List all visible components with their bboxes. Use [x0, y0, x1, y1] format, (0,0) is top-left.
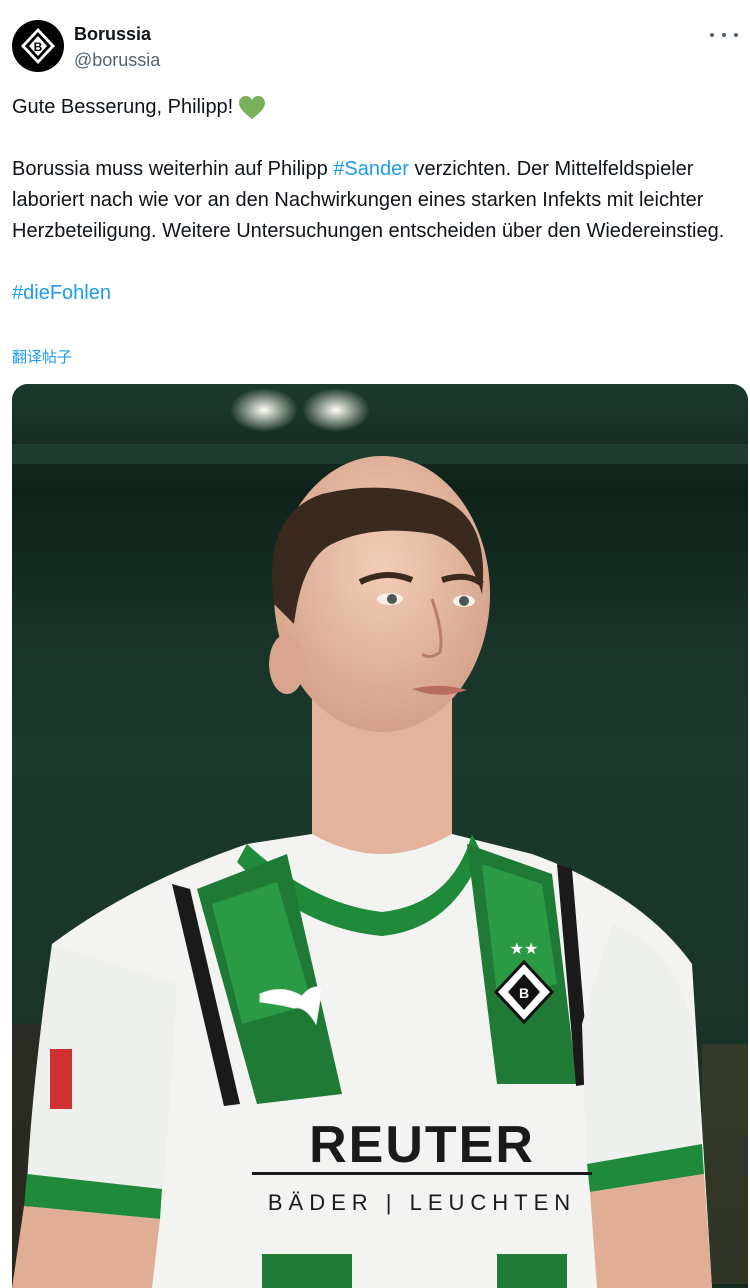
svg-text:B: B — [34, 40, 43, 54]
svg-text:B: B — [519, 985, 529, 1001]
tweet-header: B Borussia @borussia — [12, 20, 738, 76]
borussia-crest-icon: B — [21, 28, 55, 64]
tweet-body: Borussia muss weiterhin auf Philipp #San… — [12, 154, 738, 247]
handle[interactable]: @borussia — [74, 50, 160, 71]
hashtag-line: #dieFohlen — [12, 278, 738, 309]
svg-text:★★: ★★ — [510, 939, 539, 958]
player-photo-illustration: B ★★ REUTER BÄDER | LEUCHTEN — [12, 384, 748, 1288]
more-options-icon[interactable] — [710, 24, 738, 46]
avatar[interactable]: B — [12, 20, 64, 72]
sponsor-subtext: BÄDER | LEUCHTEN — [268, 1190, 576, 1215]
tweet-line-1: Gute Besserung, Philipp! — [12, 92, 738, 123]
sponsor-text: REUTER — [309, 1116, 535, 1174]
display-name[interactable]: Borussia — [74, 24, 151, 45]
tweet-photo[interactable]: B ★★ REUTER BÄDER | LEUCHTEN — [12, 384, 748, 1288]
dot — [710, 33, 714, 37]
green-heart-icon — [239, 95, 266, 119]
hashtag-diefohlen-link[interactable]: #dieFohlen — [12, 282, 111, 304]
tweet-text: Gute Besserung, Philipp! Borussia muss w… — [12, 92, 738, 309]
body-text-start: Borussia muss weiterhin auf Philipp — [12, 158, 334, 180]
dot — [722, 33, 726, 37]
greeting-text: Gute Besserung, Philipp! — [12, 96, 234, 118]
dot — [734, 33, 738, 37]
translate-post-link[interactable]: 翻译帖子 — [12, 346, 72, 367]
hashtag-sander-link[interactable]: #Sander — [333, 158, 409, 180]
